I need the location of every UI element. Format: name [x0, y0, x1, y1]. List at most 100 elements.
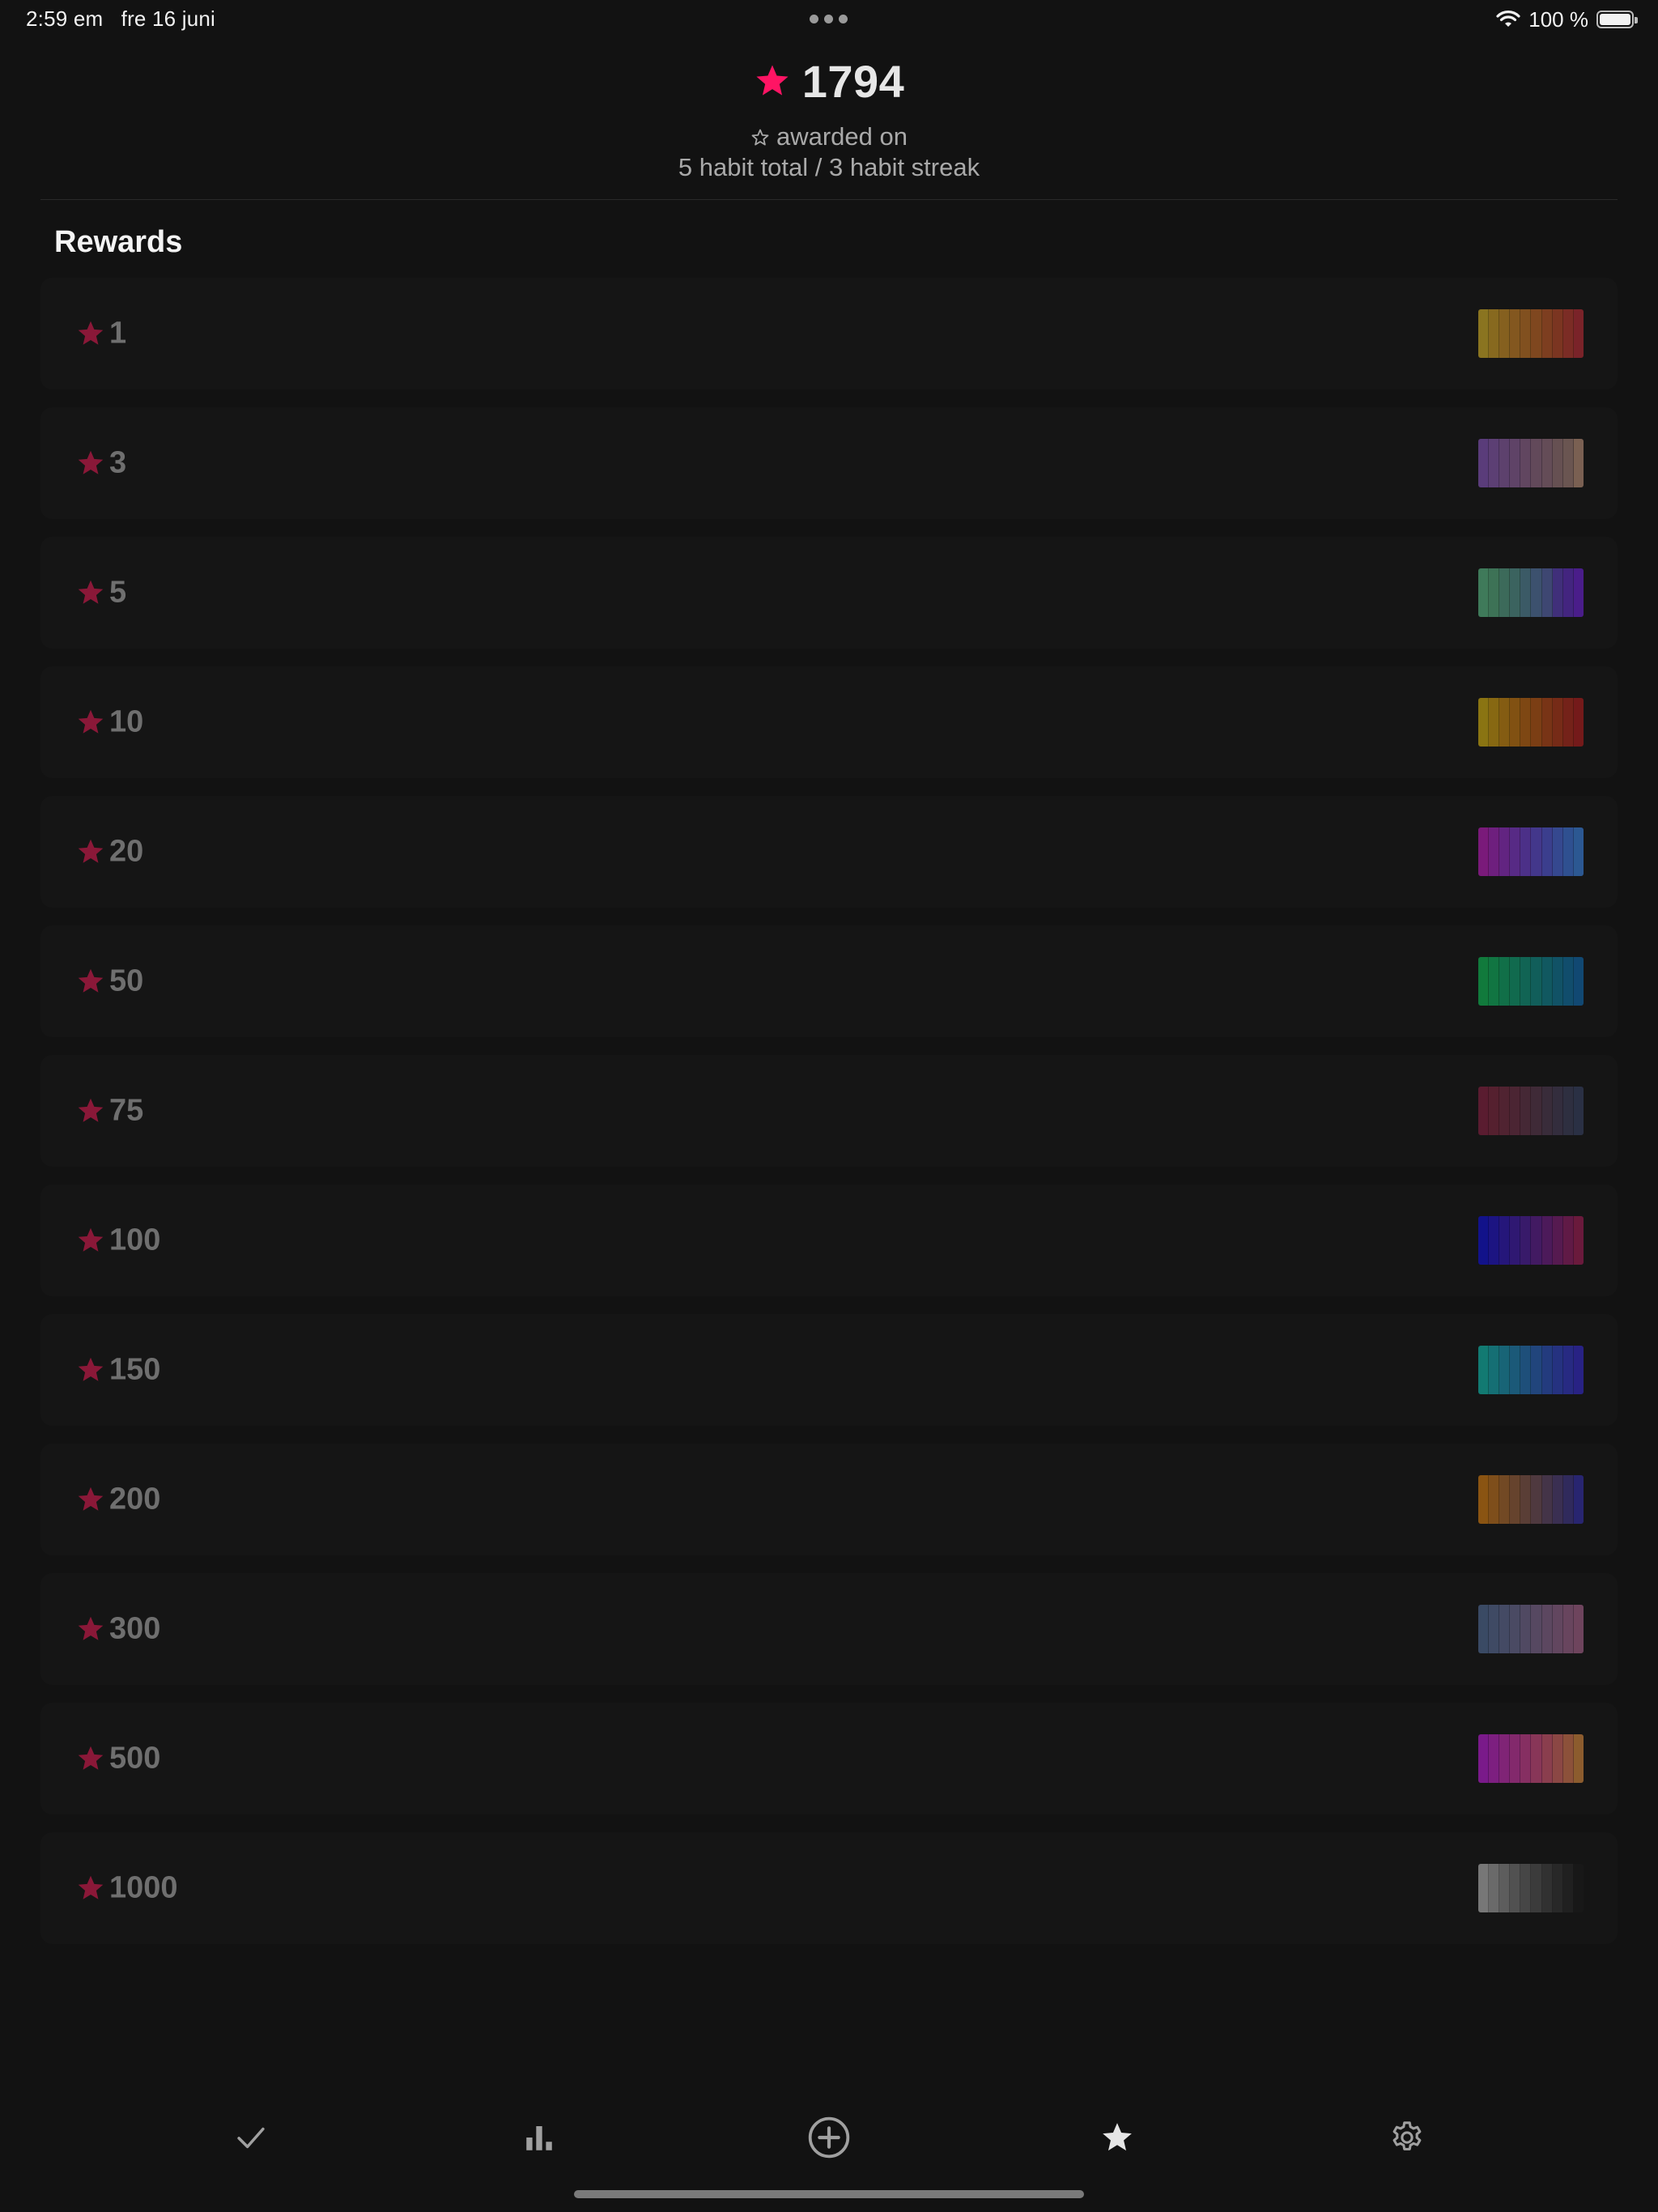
reward-row[interactable]: 3 [40, 407, 1618, 519]
swatch-stripe [1478, 957, 1490, 1006]
swatch-stripe [1520, 1475, 1532, 1524]
reward-color-swatch [1478, 1346, 1584, 1394]
swatch-stripe [1541, 1475, 1553, 1524]
swatch-stripe [1489, 698, 1500, 747]
star-icon [78, 968, 104, 993]
tab-bar [0, 2105, 1658, 2178]
swatch-stripe [1510, 1216, 1521, 1265]
swatch-stripe [1478, 439, 1490, 487]
reward-threshold: 50 [109, 963, 144, 998]
plus-circle-icon [808, 2116, 850, 2159]
swatch-stripe [1499, 1864, 1511, 1912]
swatch-stripe [1541, 1864, 1553, 1912]
reward-row[interactable]: 500 [40, 1703, 1618, 1814]
tab-settings[interactable] [1375, 2105, 1439, 2170]
awarded-label: awarded on [776, 122, 908, 151]
swatch-stripe [1562, 1087, 1574, 1135]
swatch-stripe [1531, 1216, 1542, 1265]
swatch-stripe [1541, 1087, 1553, 1135]
swatch-stripe [1562, 827, 1574, 876]
reward-color-swatch [1478, 1605, 1584, 1653]
swatch-stripe [1552, 957, 1563, 1006]
swatch-stripe [1552, 698, 1563, 747]
tab-checkmark[interactable] [219, 2105, 283, 2170]
swatch-stripe [1562, 1605, 1574, 1653]
swatch-stripe [1552, 568, 1563, 617]
swatch-stripe [1478, 309, 1490, 358]
swatch-stripe [1573, 1864, 1584, 1912]
swatch-stripe [1499, 827, 1511, 876]
award-rules: 5 habit total / 3 habit streak [678, 153, 980, 181]
swatch-stripe [1489, 568, 1500, 617]
reward-color-swatch [1478, 309, 1584, 358]
swatch-stripe [1489, 1605, 1500, 1653]
reward-row[interactable]: 300 [40, 1573, 1618, 1685]
reward-row[interactable]: 20 [40, 796, 1618, 908]
swatch-stripe [1552, 1864, 1563, 1912]
swatch-stripe [1562, 1216, 1574, 1265]
star-icon [78, 450, 104, 474]
swatch-stripe [1510, 568, 1521, 617]
star-icon [78, 321, 104, 345]
swatch-stripe [1531, 957, 1542, 1006]
star-icon [78, 839, 104, 863]
reward-row[interactable]: 10 [40, 666, 1618, 778]
swatch-stripe [1499, 1216, 1511, 1265]
swatch-stripe [1552, 439, 1563, 487]
swatch-stripe [1489, 1087, 1500, 1135]
star-icon [78, 1616, 104, 1640]
swatch-stripe [1562, 698, 1574, 747]
swatch-stripe [1478, 1216, 1490, 1265]
swatch-stripe [1531, 827, 1542, 876]
swatch-stripe [1552, 1734, 1563, 1783]
reward-row[interactable]: 100 [40, 1185, 1618, 1296]
reward-color-swatch [1478, 1864, 1584, 1912]
tab-statistics[interactable] [507, 2105, 572, 2170]
swatch-stripe [1531, 698, 1542, 747]
reward-row[interactable]: 5 [40, 537, 1618, 649]
swatch-stripe [1573, 1475, 1584, 1524]
reward-row[interactable]: 1000 [40, 1832, 1618, 1944]
swatch-stripe [1531, 1734, 1542, 1783]
swatch-stripe [1573, 309, 1584, 358]
swatch-stripe [1489, 1346, 1500, 1394]
star-icon [78, 1875, 104, 1899]
battery-icon [1596, 11, 1638, 28]
swatch-stripe [1478, 1864, 1490, 1912]
star-icon [78, 1098, 104, 1122]
reward-color-swatch [1478, 1216, 1584, 1265]
reward-color-swatch [1478, 827, 1584, 876]
reward-row[interactable]: 50 [40, 925, 1618, 1037]
star-icon [78, 580, 104, 604]
reward-row[interactable]: 150 [40, 1314, 1618, 1426]
checkmark-icon [237, 2127, 265, 2149]
tab-rewards[interactable] [1085, 2105, 1150, 2170]
swatch-stripe [1520, 1216, 1532, 1265]
reward-threshold: 5 [109, 575, 127, 610]
swatch-stripe [1552, 1475, 1563, 1524]
reward-color-swatch [1478, 568, 1584, 617]
swatch-stripe [1573, 698, 1584, 747]
star-icon [78, 1487, 104, 1511]
swatch-stripe [1489, 827, 1500, 876]
swatch-stripe [1562, 1475, 1574, 1524]
multitasking-dots-icon[interactable] [810, 15, 848, 24]
swatch-stripe [1531, 1346, 1542, 1394]
swatch-stripe [1510, 1346, 1521, 1394]
swatch-stripe [1510, 309, 1521, 358]
swatch-stripe [1573, 1216, 1584, 1265]
swatch-stripe [1478, 827, 1490, 876]
swatch-stripe [1499, 1087, 1511, 1135]
reward-row[interactable]: 1 [40, 278, 1618, 389]
swatch-stripe [1573, 568, 1584, 617]
status-bar: 2:59 em fre 16 juni 100 % [0, 0, 1658, 39]
gear-icon [1392, 2121, 1422, 2150]
swatch-stripe [1541, 1605, 1553, 1653]
reward-row[interactable]: 75 [40, 1055, 1618, 1167]
swatch-stripe [1531, 1087, 1542, 1135]
tab-add[interactable] [797, 2105, 861, 2170]
swatch-stripe [1541, 827, 1553, 876]
reward-row[interactable]: 200 [40, 1444, 1618, 1555]
reward-threshold: 150 [109, 1352, 161, 1387]
swatch-stripe [1489, 439, 1500, 487]
